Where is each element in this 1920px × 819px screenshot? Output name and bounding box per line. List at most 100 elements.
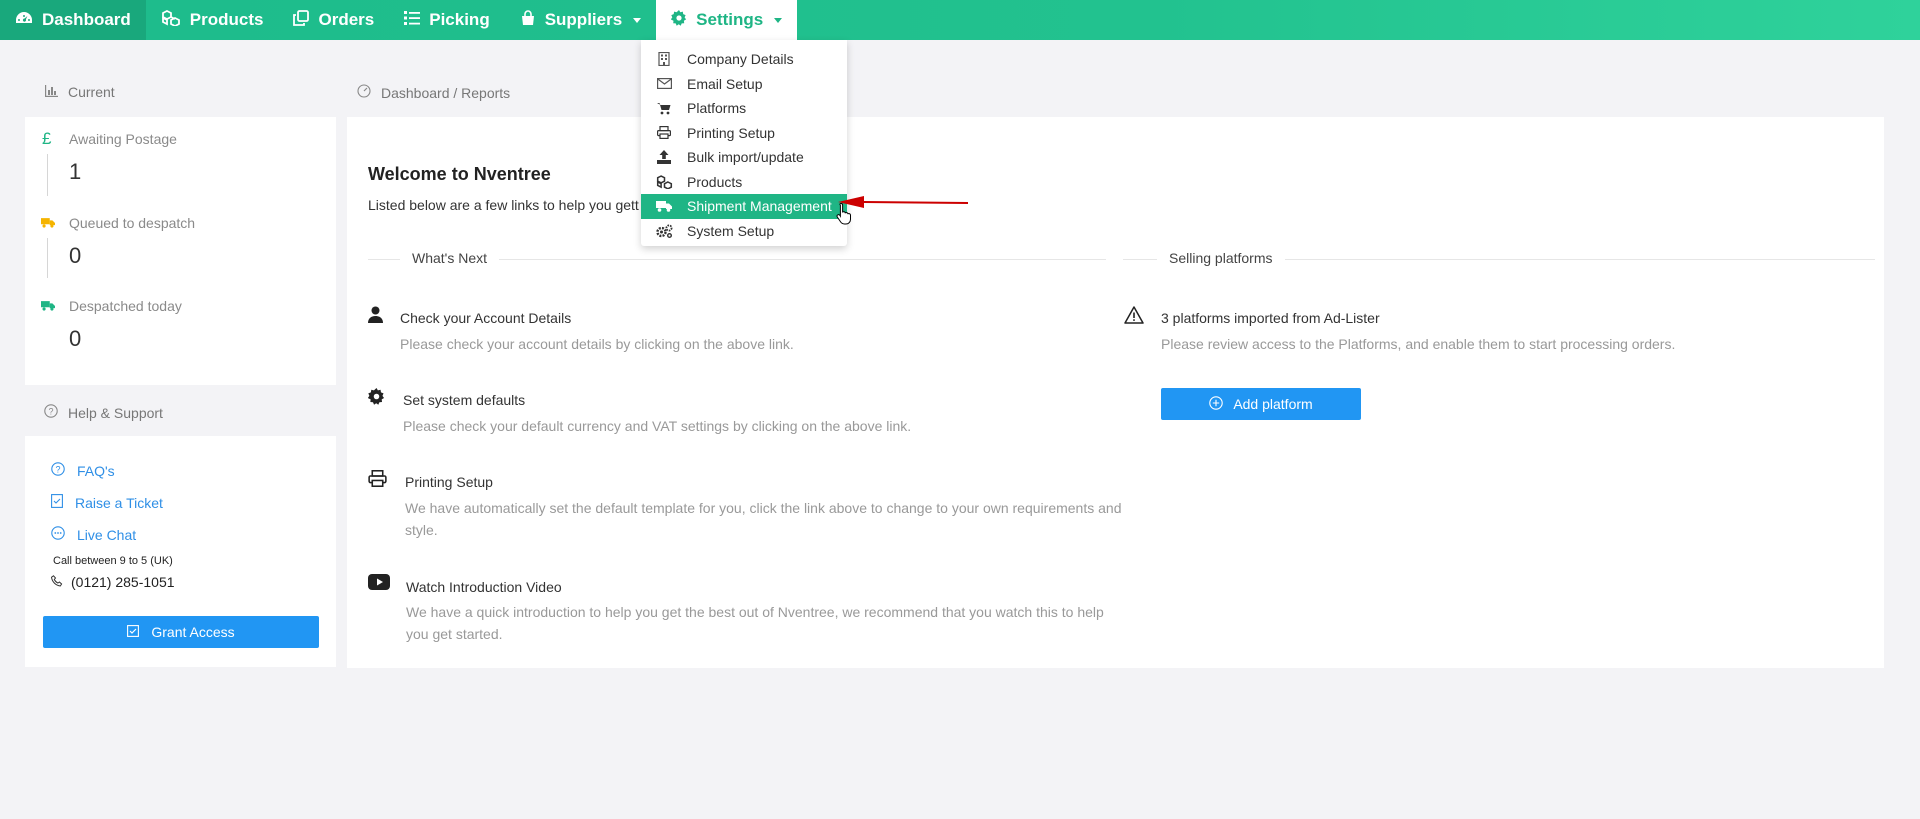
truck-icon [641, 200, 687, 213]
printer-icon [368, 470, 387, 492]
stat-connector-line [47, 154, 48, 196]
copy-icon [293, 9, 310, 31]
svg-text:?: ? [55, 465, 60, 475]
nav-settings[interactable]: Settings [656, 0, 798, 40]
check-square-icon [127, 624, 140, 640]
menu-item-shipment-management[interactable]: Shipment Management [641, 194, 847, 219]
svg-text:?: ? [48, 407, 53, 417]
menu-item-company-details[interactable]: Company Details [641, 47, 847, 72]
nav-orders[interactable]: Orders [278, 0, 389, 40]
grant-access-label: Grant Access [151, 624, 235, 640]
menu-item-printing-setup[interactable]: Printing Setup [641, 121, 847, 146]
stat-label: Awaiting Postage [69, 131, 177, 147]
call-hours-text: Call between 9 to 5 (UK) [53, 555, 173, 567]
menu-item-label: Printing Setup [687, 124, 775, 141]
menu-item-label: Platforms [687, 100, 747, 117]
raise-ticket-label: Raise a Ticket [75, 494, 163, 511]
stat-value: 0 [69, 326, 82, 351]
nav-suppliers[interactable]: Suppliers [505, 0, 656, 40]
top-navbar: Dashboard Products Orders Picking Suppli… [0, 0, 1920, 40]
menu-item-label: Shipment Management [687, 198, 832, 215]
nav-dashboard[interactable]: Dashboard [0, 0, 146, 40]
cart-icon [641, 102, 687, 115]
stat-label: Despatched today [69, 298, 182, 314]
menu-item-email-setup[interactable]: Email Setup [641, 72, 847, 97]
dashboard-gauge-icon [357, 84, 371, 101]
settings-dropdown-menu: Company Details Email Setup Platforms Pr… [641, 40, 847, 246]
pound-icon: £ [42, 129, 52, 148]
task-title-link[interactable]: Set system defaults [403, 392, 525, 408]
stat-value: 0 [69, 243, 82, 268]
ticket-icon [51, 494, 63, 511]
truck-icon [41, 298, 55, 316]
nav-products[interactable]: Products [146, 0, 279, 40]
help-support-card: ? FAQ's Raise a Ticket Live Chat Call be… [25, 436, 336, 667]
task-title-link[interactable]: Watch Introduction Video [406, 579, 562, 595]
grant-access-button[interactable]: Grant Access [43, 616, 319, 648]
youtube-play-icon [368, 574, 390, 595]
live-chat-label: Live Chat [77, 526, 137, 543]
list-icon [404, 10, 421, 31]
welcome-title: Welcome to Nventree [368, 164, 551, 184]
gear-icon [670, 9, 687, 31]
help-support-label: Help & Support [68, 404, 163, 421]
task-title-link[interactable]: Printing Setup [405, 474, 493, 490]
stat-connector-line [47, 238, 48, 278]
faq-link[interactable]: ? FAQ's [51, 462, 115, 479]
nav-picking[interactable]: Picking [389, 0, 504, 40]
building-icon [641, 52, 687, 67]
task-description: Please check your account details by cli… [400, 336, 794, 352]
question-circle-icon: ? [51, 462, 65, 479]
chevron-down-icon [633, 17, 642, 23]
menu-item-label: Products [687, 173, 743, 190]
help-section-header: ? Help & Support [44, 404, 163, 421]
raise-ticket-link[interactable]: Raise a Ticket [51, 494, 163, 511]
menu-item-label: System Setup [687, 222, 775, 239]
current-label: Current [68, 84, 115, 100]
breadcrumb-text[interactable]: Dashboard / Reports [381, 85, 510, 101]
printer-icon [641, 126, 687, 140]
chat-icon [51, 526, 65, 543]
live-chat-link[interactable]: Live Chat [51, 526, 136, 543]
bag-icon [520, 9, 536, 31]
add-platform-button[interactable]: Add platform [1161, 388, 1361, 420]
stat-label: Queued to despatch [69, 215, 196, 231]
chevron-down-icon [774, 17, 783, 23]
task-title-link[interactable]: Check your Account Details [400, 310, 571, 326]
nav-picking-label: Picking [429, 10, 490, 29]
task-description: Please check your default currency and V… [403, 418, 912, 434]
task-description: We have automatically set the default te… [405, 500, 1122, 538]
hand-cursor-icon [836, 202, 851, 225]
menu-item-label: Bulk import/update [687, 149, 804, 166]
menu-item-bulk-import[interactable]: Bulk import/update [641, 145, 847, 170]
gear-icon [367, 388, 385, 410]
nav-orders-label: Orders [318, 10, 375, 29]
bar-chart-icon [45, 84, 58, 100]
add-platform-label: Add platform [1233, 396, 1313, 412]
menu-item-products[interactable]: Products [641, 170, 847, 195]
envelope-icon [641, 78, 687, 90]
plus-circle-icon [1209, 395, 1224, 413]
whats-next-heading: What's Next [400, 250, 500, 266]
platform-notice-description: Please review access to the Platforms, a… [1161, 336, 1676, 352]
breadcrumb: Dashboard / Reports [357, 84, 510, 101]
menu-item-system-setup[interactable]: System Setup [641, 219, 847, 244]
task-description: We have a quick introduction to help you… [406, 604, 1104, 642]
phone-icon [50, 574, 63, 590]
cubes-icon [641, 174, 687, 189]
faq-link-label: FAQ's [77, 462, 115, 479]
menu-item-label: Email Setup [687, 75, 763, 92]
nav-settings-label: Settings [696, 10, 764, 29]
truck-icon [41, 215, 55, 233]
menu-item-label: Company Details [687, 51, 794, 68]
question-circle-icon: ? [44, 404, 58, 421]
dashboard-icon [15, 10, 33, 31]
annotation-arrow-icon [838, 196, 968, 208]
stat-value: 1 [69, 159, 82, 184]
platform-notice-text: 3 platforms imported from Ad-Lister [1161, 310, 1380, 326]
upload-icon [641, 150, 687, 165]
nav-dashboard-label: Dashboard [42, 10, 131, 29]
menu-item-platforms[interactable]: Platforms [641, 96, 847, 121]
cubes-icon [161, 9, 181, 31]
current-stats-card: £ Awaiting Postage 1 Queued to despatch … [25, 117, 336, 385]
